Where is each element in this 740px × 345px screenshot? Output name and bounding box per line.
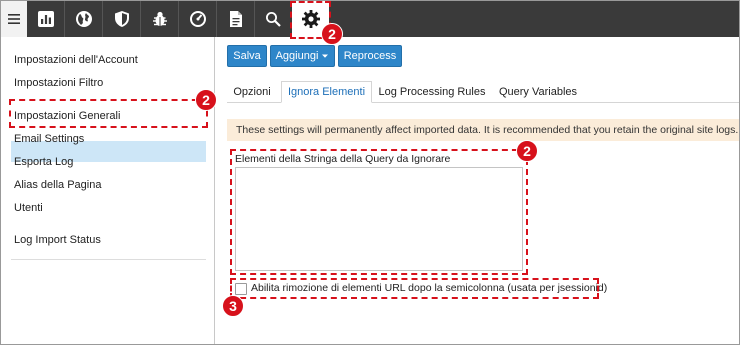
shield-icon — [114, 11, 129, 27]
speedometer-icon — [189, 11, 206, 27]
reports-button[interactable] — [27, 1, 64, 37]
callout-badge-general-settings: 2 — [195, 89, 217, 111]
performance-button[interactable] — [179, 1, 216, 37]
sidebar-item-page-alias[interactable]: Alias della Pagina — [14, 179, 101, 191]
general-settings-highlight — [9, 99, 208, 128]
app-window: 2 Impostazioni dell'Account Impostazioni… — [0, 0, 740, 345]
bug-button[interactable] — [141, 1, 178, 37]
tab-query-variables[interactable]: Query Variables — [491, 81, 585, 103]
caret-down-icon — [322, 54, 329, 58]
tab-opzioni[interactable]: Opzioni — [227, 81, 277, 103]
reprocess-button[interactable]: Reprocess — [338, 45, 402, 67]
search-button[interactable] — [255, 1, 291, 37]
globe-button[interactable] — [65, 1, 102, 37]
sidebar-item-filter-settings[interactable]: Impostazioni Filtro — [14, 77, 103, 89]
documents-button[interactable] — [217, 1, 254, 37]
menu-button[interactable] — [1, 1, 27, 37]
sidebar-item-users[interactable]: Utenti — [14, 202, 43, 214]
sidebar-item-log-import-status[interactable]: Log Import Status — [14, 234, 101, 246]
callout-badge-query-elements: 2 — [516, 140, 538, 162]
warning-notice-text: These settings will permanently affect i… — [236, 124, 739, 136]
globe-icon — [75, 11, 92, 27]
tab-log-processing-rules[interactable]: Log Processing Rules — [377, 81, 487, 103]
warning-notice: These settings will permanently affect i… — [227, 119, 739, 141]
add-button-label: Aggiungi — [275, 50, 319, 62]
chart-icon — [37, 11, 54, 27]
security-button[interactable] — [103, 1, 140, 37]
sidebar-item-email-settings[interactable]: Email Settings — [14, 133, 84, 145]
jsessionid-highlight — [230, 278, 599, 299]
sidebar-divider — [11, 259, 206, 260]
document-icon — [229, 11, 242, 27]
menu-icon — [8, 14, 20, 24]
save-button[interactable]: Salva — [227, 45, 267, 67]
sidebar-item-export-log[interactable]: Esporta Log — [14, 156, 73, 168]
bug-icon — [152, 11, 167, 26]
query-elements-highlight — [230, 149, 528, 275]
callout-badge-settings: 2 — [321, 23, 343, 45]
search-icon — [266, 12, 281, 27]
tab-ignora-elementi[interactable]: Ignora Elementi — [281, 81, 372, 103]
callout-badge-jsessionid: 3 — [222, 295, 244, 317]
top-toolbar — [1, 1, 739, 37]
sidebar-item-account-settings[interactable]: Impostazioni dell'Account — [14, 54, 138, 66]
add-dropdown-button[interactable]: Aggiungi — [270, 45, 335, 67]
sidebar: Impostazioni dell'Account Impostazioni F… — [1, 37, 215, 344]
